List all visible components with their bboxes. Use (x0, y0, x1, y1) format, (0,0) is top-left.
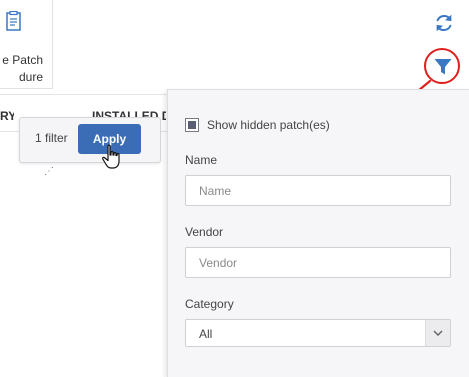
vendor-label: Vendor (185, 225, 224, 239)
procedure-card-label-line1: e Patch (2, 53, 43, 67)
show-hidden-checkbox[interactable] (185, 118, 199, 132)
patch-procedure-card[interactable]: e Patch dure (0, 0, 53, 89)
vendor-input[interactable] (185, 247, 451, 278)
show-hidden-row[interactable]: Show hidden patch(es) (185, 117, 330, 133)
category-label: Category (185, 297, 234, 311)
filter-icon[interactable] (433, 57, 453, 77)
refresh-icon[interactable] (433, 12, 455, 34)
category-selected-value: All (199, 327, 213, 341)
filter-apply-popup: 1 filter Apply (19, 117, 161, 163)
hand-pointer-icon (102, 144, 120, 169)
row-marker: ⋰ (44, 166, 54, 177)
document-icon (6, 11, 21, 31)
procedure-card-label-line2: dure (18, 70, 43, 84)
checkbox-indeterminate-mark (188, 121, 196, 129)
column-header-category[interactable]: RY (0, 109, 14, 131)
chevron-down-icon[interactable] (425, 320, 450, 346)
filter-count-label: 1 filter (35, 131, 68, 145)
table-header-top-divider (0, 94, 170, 95)
category-select[interactable]: All (185, 319, 451, 347)
procedure-card-label: e Patch dure (2, 52, 43, 86)
filter-panel: Show hidden patch(es) Name Vendor Catego… (167, 89, 469, 377)
name-input[interactable] (185, 175, 451, 206)
show-hidden-label: Show hidden patch(es) (207, 118, 330, 132)
name-label: Name (185, 153, 218, 167)
